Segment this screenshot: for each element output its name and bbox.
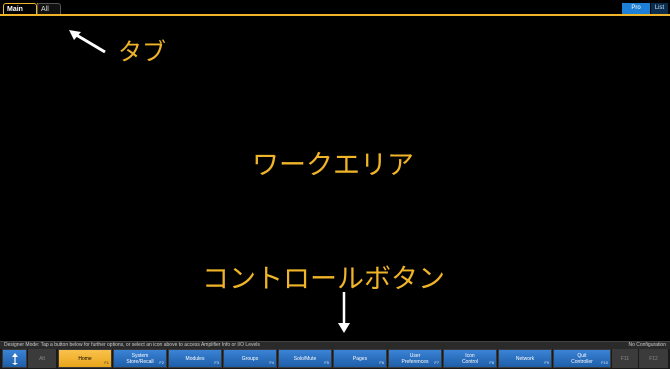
control-button-label: F11 — [620, 355, 630, 362]
configuration-status: No Configuration — [628, 342, 666, 348]
control-button-system-store-recall[interactable]: System Store/Recall F2 — [113, 349, 167, 368]
annotation-work-area: ワークエリア — [252, 150, 414, 181]
status-message: Designer Mode: Tap a button below for fu… — [4, 342, 260, 348]
up-arrow-icon — [11, 352, 18, 365]
function-key-label: F5 — [324, 360, 329, 365]
function-key-label: F9 — [544, 360, 549, 365]
control-button-label: Network — [515, 355, 535, 362]
function-key-label: F2 — [159, 360, 164, 365]
function-key-label: F3 — [214, 360, 219, 365]
function-key-label: F10 — [601, 360, 608, 365]
control-button-home[interactable]: Home F1 — [58, 349, 112, 368]
pro-button[interactable]: Pro — [622, 3, 650, 14]
control-button-label: Modules — [185, 355, 205, 362]
function-key-label: F1 — [104, 360, 109, 365]
control-button-icon-control[interactable]: Icon Control F8 — [443, 349, 497, 368]
control-button-label: Solo/Mute — [293, 355, 317, 362]
function-key-label: F8 — [489, 360, 494, 365]
control-button-user-preferences[interactable]: User Preferences F7 — [388, 349, 442, 368]
control-button-label: Alt — [39, 355, 45, 362]
control-button-label: Quit Controller — [571, 352, 593, 365]
control-button-label: System Store/Recall — [126, 352, 154, 365]
arrow-down-icon — [338, 292, 350, 333]
control-button-label: Pages — [352, 355, 368, 362]
control-button-label: Icon Control — [461, 352, 479, 365]
function-key-label: F4 — [269, 360, 274, 365]
annotation-tab: タブ — [118, 38, 166, 66]
control-button-label: Groups — [241, 355, 259, 362]
function-key-label: F6 — [379, 360, 384, 365]
control-button-f12[interactable]: F12 — [639, 349, 668, 368]
annotation-control-buttons: コントロールボタン — [202, 264, 445, 295]
control-button-network[interactable]: Network F9 — [498, 349, 552, 368]
list-button[interactable]: List — [651, 3, 668, 14]
control-button-alt[interactable]: Alt — [28, 349, 56, 368]
control-button-label: User Preferences — [401, 352, 429, 365]
control-button-label: F12 — [649, 355, 658, 362]
arrow-to-tab-icon — [69, 30, 106, 54]
control-button-solo-mute[interactable]: Solo/Mute F5 — [278, 349, 332, 368]
control-button-label: Home — [78, 355, 92, 362]
function-key-label: F7 — [434, 360, 439, 365]
control-button-quit-controller[interactable]: Quit Controller F10 — [553, 349, 611, 368]
control-button-groups[interactable]: Groups F4 — [223, 349, 277, 368]
control-button-f11[interactable]: F11 — [612, 349, 638, 368]
up-toggle-button[interactable] — [2, 349, 27, 368]
control-button-pages[interactable]: Pages F6 — [333, 349, 387, 368]
control-button-modules[interactable]: Modules F3 — [168, 349, 222, 368]
